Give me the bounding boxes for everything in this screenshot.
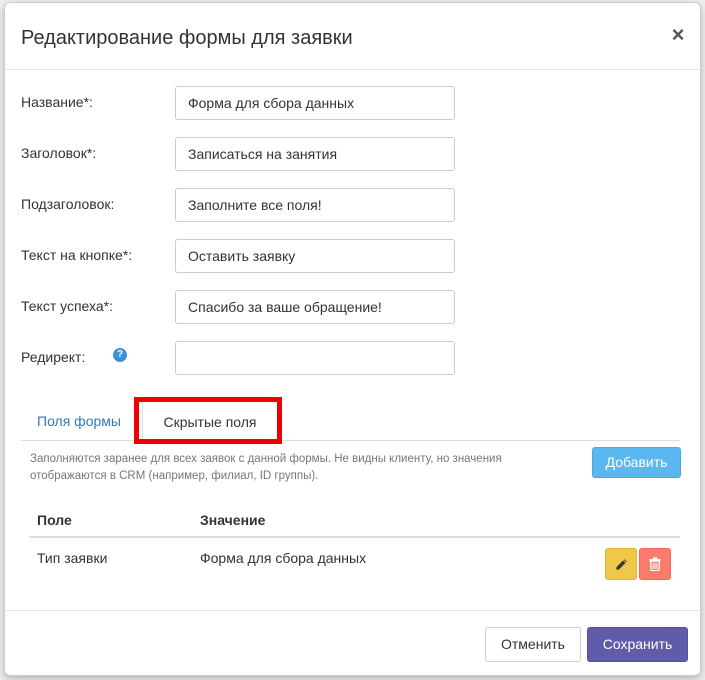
form-row-subtitle: Подзаголовок: xyxy=(21,188,461,222)
form-row-redirect: Редирект: ? xyxy=(21,341,461,375)
delete-row-button[interactable] xyxy=(639,548,671,580)
trash-icon xyxy=(649,557,661,571)
question-circle-icon[interactable]: ? xyxy=(113,348,127,362)
redirect-label: Редирект: xyxy=(21,349,86,365)
edit-form-modal: Редактирование формы для заявки × Назван… xyxy=(4,2,701,676)
name-label: Название*: xyxy=(21,94,93,110)
modal-footer: Отменить Сохранить xyxy=(5,610,700,677)
form-row-button-text: Текст на кнопке*: xyxy=(21,239,461,273)
title-input[interactable] xyxy=(175,137,455,171)
row-field-cell: Тип заявки xyxy=(37,550,108,566)
success-text-label: Текст успеха*: xyxy=(21,298,114,314)
add-button[interactable]: Добавить xyxy=(592,447,681,478)
table-row: Тип заявки Форма для сбора данных xyxy=(29,540,680,584)
column-header-field: Поле xyxy=(37,512,72,528)
modal-title: Редактирование формы для заявки xyxy=(21,27,353,49)
button-text-label: Текст на кнопке*: xyxy=(21,247,133,263)
table-header: Поле Значение xyxy=(29,503,680,538)
title-label: Заголовок*: xyxy=(21,145,97,161)
tab-form-fields[interactable]: Поля формы xyxy=(21,401,137,441)
hidden-fields-hint: Заполняются заранее для всех заявок с да… xyxy=(30,453,502,482)
row-value-cell: Форма для сбора данных xyxy=(200,550,367,566)
subtitle-input[interactable] xyxy=(175,188,455,222)
success-text-input[interactable] xyxy=(175,290,455,324)
cancel-button[interactable]: Отменить xyxy=(485,627,581,662)
tabs: Поля формы Скрытые поля xyxy=(21,401,680,442)
edit-row-button[interactable] xyxy=(605,548,637,580)
form-row-success-text: Текст успеха*: xyxy=(21,290,461,324)
close-icon[interactable]: × xyxy=(668,24,688,46)
name-input[interactable] xyxy=(175,86,455,120)
pencil-icon xyxy=(615,558,627,570)
tab-hidden-fields[interactable]: Скрытые поля xyxy=(142,401,278,442)
form-row-title: Заголовок*: xyxy=(21,137,461,171)
form-row-name: Название*: xyxy=(21,86,461,120)
button-text-input[interactable] xyxy=(175,239,455,273)
modal-header: Редактирование формы для заявки × xyxy=(5,3,700,70)
column-header-value: Значение xyxy=(200,512,266,528)
subtitle-label: Подзаголовок: xyxy=(21,196,115,212)
save-button[interactable]: Сохранить xyxy=(587,627,688,662)
redirect-input[interactable] xyxy=(175,341,455,375)
